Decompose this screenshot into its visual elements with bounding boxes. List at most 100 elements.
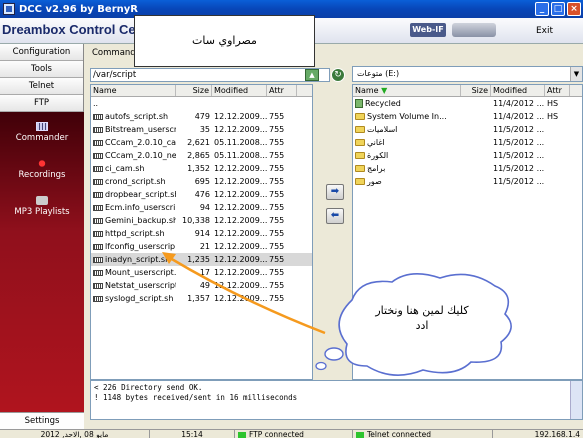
maximize-button[interactable]: □ — [551, 2, 565, 16]
file-icon — [93, 243, 103, 250]
table-row[interactable]: syslogd_script.sh 1,357 12.12.2009... 755 — [91, 292, 312, 305]
cell-size: 1,357 — [176, 292, 212, 305]
refresh-icon[interactable]: ↻ — [331, 68, 345, 82]
remote-icon[interactable] — [452, 23, 496, 37]
table-row[interactable]: crond_script.sh 695 12.12.2009... 755 — [91, 175, 312, 188]
table-row[interactable]: CCcam_2.0.10_ne... 2,865 05.11.2008...755 — [91, 149, 312, 162]
log-scrollbar[interactable] — [570, 381, 582, 419]
cell-attr: 755 — [267, 188, 297, 201]
sidebar-item-ftp[interactable]: FTP — [0, 95, 83, 112]
cell-text: 11/5/2012 ... — [493, 138, 545, 147]
table-row[interactable]: Recycled 11/4/2012 ... HS — [353, 97, 582, 110]
app-window: DCC v2.96 by BernyR _ □ × Dreambox Contr… — [0, 0, 583, 438]
cell-text: 2,865 — [187, 151, 210, 160]
window-title: DCC v2.96 by BernyR — [19, 3, 138, 15]
table-row[interactable]: httpd_script.sh 914 12.12.2009... 755 — [91, 227, 312, 240]
copy-right-button[interactable]: ➡ — [326, 184, 344, 200]
table-row[interactable]: CCcam_2.0.10_ca... 2,621 05.11.2008... 755 — [91, 136, 312, 149]
table-row[interactable]: اغاني 11/5/2012 ... — [353, 136, 582, 149]
col-size[interactable]: Size — [461, 85, 491, 96]
folder-icon — [355, 139, 365, 146]
cell-size — [461, 162, 491, 175]
path-input[interactable]: /var/script — [90, 68, 330, 82]
cell-text: 12.12.2009... — [214, 242, 267, 251]
table-row[interactable]: اسلاميات 11/5/2012 ... — [353, 123, 582, 136]
table-row[interactable]: ci_cam.sh 1,352 12.12.2009... 755 — [91, 162, 312, 175]
settings-button[interactable]: Settings — [0, 412, 84, 429]
chevron-down-icon[interactable]: ▼ — [570, 67, 582, 81]
sidebar-item-telnet[interactable]: Telnet — [0, 78, 83, 95]
cell-text: 12.12.2009... — [214, 229, 267, 238]
cell-text: 755 — [269, 151, 285, 160]
cell-modified: 05.11.2008... — [212, 136, 267, 149]
col-attr[interactable]: Attr — [267, 85, 297, 96]
cell-text: 755 — [269, 216, 285, 225]
sidebar-item-tools[interactable]: Tools — [0, 61, 83, 78]
col-modified[interactable]: Modified — [212, 85, 267, 96]
col-name[interactable]: Name ▼ — [353, 85, 461, 96]
cell-modified: 12.12.2009... — [212, 227, 267, 240]
cell-attr: 755 — [267, 292, 297, 305]
cell-name: اسلاميات — [353, 123, 461, 136]
table-row[interactable]: الكورة 11/5/2012 ... — [353, 149, 582, 162]
table-row[interactable]: صور 11/5/2012 ... — [353, 175, 582, 188]
module-mp3-label: MP3 Playlists — [14, 207, 70, 217]
table-row[interactable]: برامج 11/5/2012 ... — [353, 162, 582, 175]
ftp-log: < 226 Directory send OK. ! 1148 bytes re… — [90, 380, 583, 420]
table-row[interactable]: Ecm.info_userscri... 94 12.12.2009... 755 — [91, 201, 312, 214]
cell-text: 755 — [269, 255, 285, 264]
table-row[interactable]: .. — [91, 97, 312, 110]
close-button[interactable]: × — [567, 2, 581, 16]
col-modified[interactable]: Modified — [491, 85, 545, 96]
cell-text: 755 — [269, 229, 285, 238]
table-row[interactable]: Bitstream_userscr... 35 12.12.2009...755 — [91, 123, 312, 136]
sidebar-item-configuration[interactable]: Configuration — [0, 44, 83, 61]
cell-attr: 755 — [267, 149, 297, 162]
cell-size — [461, 123, 491, 136]
cell-text: اسلاميات — [367, 125, 398, 134]
file-icon — [93, 126, 103, 133]
cell-modified: 12.12.2009... — [212, 162, 267, 175]
copy-left-button[interactable]: ⬅ — [326, 208, 344, 224]
cell-text: 12.12.2009... — [214, 281, 267, 290]
minimize-button[interactable]: _ — [535, 2, 549, 16]
col-name[interactable]: Name — [91, 85, 176, 96]
status-time: 15:14 — [150, 430, 235, 438]
table-row[interactable]: autofs_script.sh 479 12.12.2009... 755 — [91, 110, 312, 123]
commander-panel: Commander /var/script ▲ ↻ Name Size Modi… — [86, 44, 583, 429]
cell-text: 11/5/2012 ... — [493, 125, 545, 134]
exit-button[interactable]: Exit — [536, 26, 553, 36]
table-row[interactable]: inadyn_script.sh 1,235 12.12.2009... 755 — [91, 253, 312, 266]
cell-size: 35 — [176, 123, 212, 136]
cell-text: 755 — [269, 177, 285, 186]
webif-button[interactable]: Web-IF — [410, 23, 446, 37]
table-row[interactable]: lfconfig_userscrip... 21 12.12.2009... 755 — [91, 240, 312, 253]
cell-text: crond_script.sh — [105, 177, 166, 186]
cell-text: 755 — [269, 190, 285, 199]
cell-attr — [545, 162, 570, 175]
module-commander[interactable]: Commander — [0, 122, 84, 143]
cell-name: Netstat_userscript... — [91, 279, 176, 292]
col-attr[interactable]: Attr — [545, 85, 570, 96]
table-row[interactable]: System Volume In... 11/4/2012 ... HS — [353, 110, 582, 123]
col-size[interactable]: Size — [176, 85, 212, 96]
cell-size — [176, 97, 212, 110]
table-row[interactable]: dropbear_script.sh 476 12.12.2009... 755 — [91, 188, 312, 201]
drive-select[interactable]: متوعات (E:) ▼ — [352, 66, 583, 82]
module-recordings[interactable]: Recordings — [0, 159, 84, 180]
up-dir-button[interactable]: ▲ — [305, 69, 319, 81]
remote-list-header: Name Size Modified Attr — [91, 85, 312, 97]
table-row[interactable]: Gemini_backup.sh 10,338 12.12.2009... 755 — [91, 214, 312, 227]
recycle-bin-icon — [355, 99, 363, 108]
cell-modified: 12.12.2009... — [212, 279, 267, 292]
module-mp3[interactable]: MP3 Playlists — [0, 196, 84, 217]
cell-text: Gemini_backup.sh — [105, 216, 176, 225]
table-row[interactable]: Netstat_userscript... 49 12.12.2009...755 — [91, 279, 312, 292]
cell-modified: 11/5/2012 ... — [491, 149, 545, 162]
cell-modified: 11/4/2012 ... — [491, 97, 545, 110]
cell-modified — [212, 97, 267, 110]
cell-text: 12.12.2009... — [214, 203, 267, 212]
status-ftp: FTP connected — [235, 430, 353, 438]
table-row[interactable]: Mount_userscript... 17 12.12.2009... 755 — [91, 266, 312, 279]
remote-file-list: Name Size Modified Attr .. autofs_script.… — [90, 84, 313, 380]
